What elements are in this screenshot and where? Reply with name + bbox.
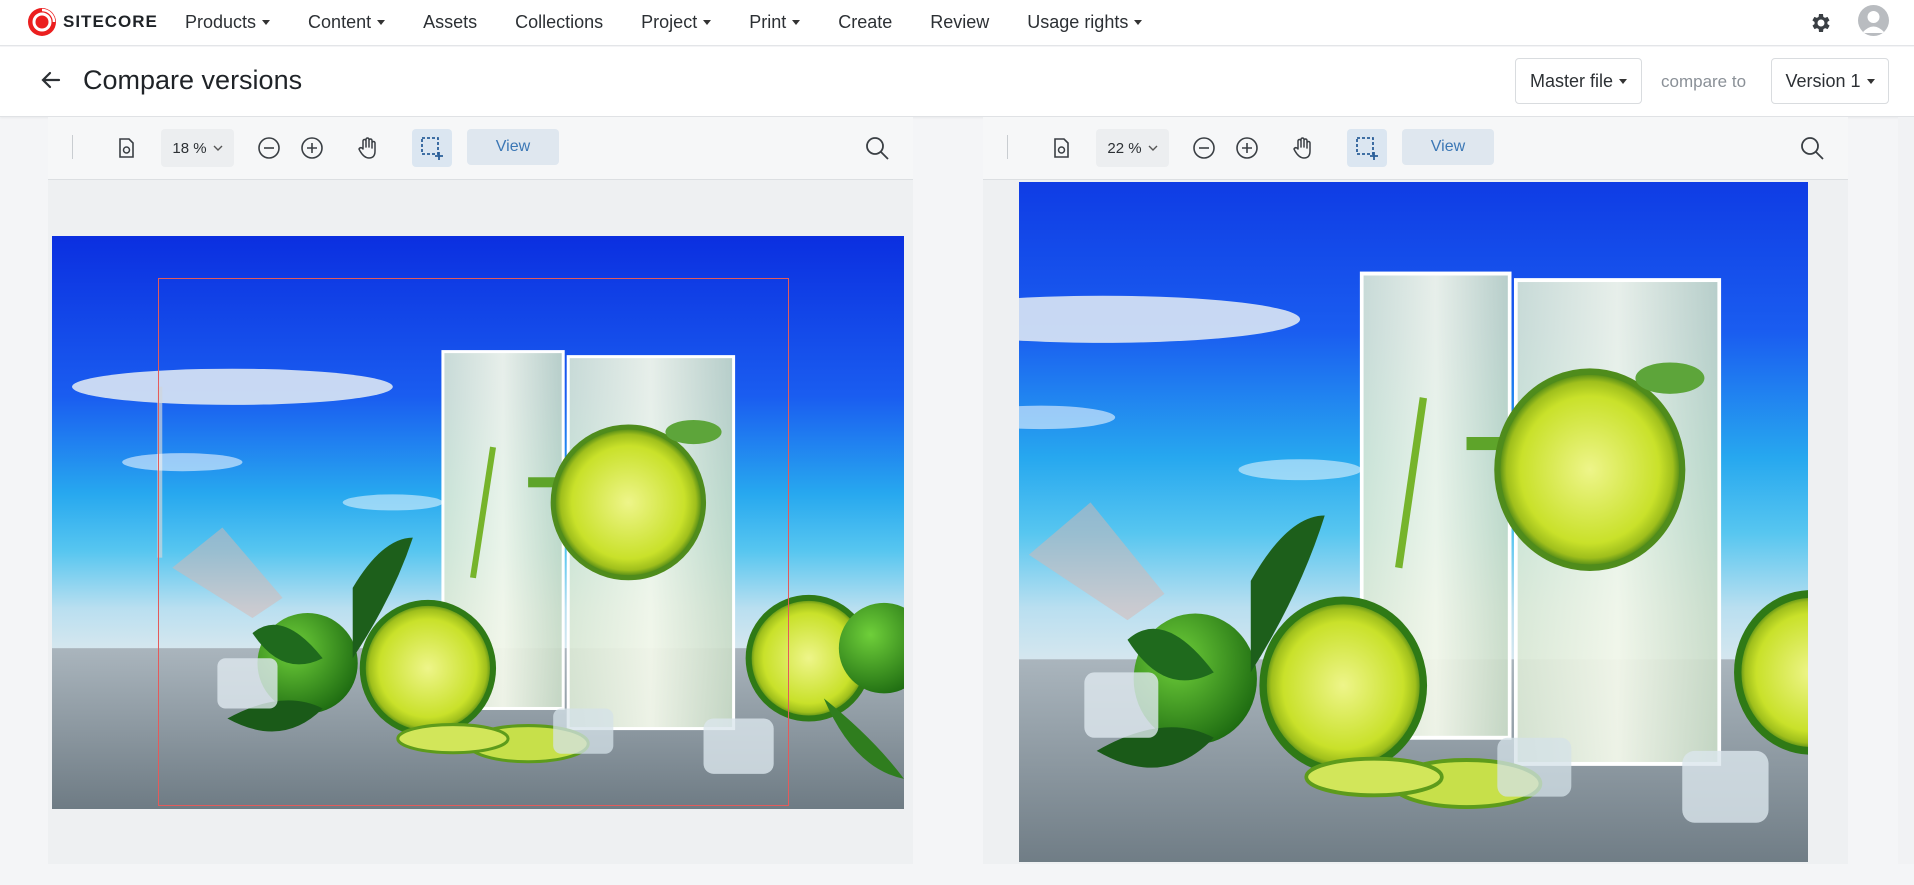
zoom-in-icon[interactable] xyxy=(299,135,325,161)
nav-item-assets[interactable]: Assets xyxy=(423,12,477,33)
compare-to-label: compare to xyxy=(1661,72,1747,91)
caret-down-icon xyxy=(377,19,386,25)
crop-selection-rectangle[interactable] xyxy=(158,278,789,806)
chevron-down-icon xyxy=(1148,145,1158,151)
nav-label: Review xyxy=(930,11,990,32)
zoom-value: 22 % xyxy=(1107,139,1142,157)
nav-item-print[interactable]: Print xyxy=(749,11,801,33)
select-area-icon xyxy=(421,137,443,160)
version-label: Version 1 xyxy=(1785,70,1861,91)
nav-item-collections[interactable]: Collections xyxy=(515,12,603,33)
hand-icon[interactable] xyxy=(355,135,381,161)
caret-down-icon xyxy=(792,19,801,25)
zoom-out-icon[interactable] xyxy=(1191,135,1217,161)
master-file-image[interactable] xyxy=(52,236,904,809)
user-silhouette-icon xyxy=(1862,11,1885,33)
nav-item-products[interactable]: Products xyxy=(185,11,271,33)
nav-label: Assets xyxy=(423,11,478,32)
chevron-down-icon xyxy=(213,145,223,151)
search-icon[interactable] xyxy=(1799,135,1825,161)
select-area-tool[interactable] xyxy=(412,129,452,167)
caret-down-icon xyxy=(703,19,712,25)
toolbar-divider xyxy=(1007,135,1008,159)
zoom-level-select[interactable]: 18 % xyxy=(161,129,234,167)
view-button[interactable]: View xyxy=(467,129,559,165)
zoom-out-icon[interactable] xyxy=(256,135,282,161)
page-scrollbar[interactable] xyxy=(1898,117,1914,864)
zoom-in-icon[interactable] xyxy=(1234,135,1260,161)
caret-down-icon xyxy=(262,19,271,25)
nav-item-create[interactable]: Create xyxy=(838,12,892,33)
nav-label: Collections xyxy=(515,11,604,32)
user-avatar-icon[interactable] xyxy=(1858,5,1889,36)
select-area-tool[interactable] xyxy=(1347,129,1387,167)
top-navigation: SITECORE Products Content Assets Collect… xyxy=(0,0,1914,46)
select-area-icon xyxy=(1356,137,1378,160)
fit-page-icon[interactable] xyxy=(1048,135,1074,161)
fit-page-icon[interactable] xyxy=(113,135,139,161)
toolbar-divider xyxy=(72,135,73,159)
nav-label: Content xyxy=(308,11,372,32)
brand-name: SITECORE xyxy=(63,12,158,31)
nav-item-content[interactable]: Content xyxy=(308,11,386,33)
caret-down-icon xyxy=(1866,78,1875,84)
version-image[interactable] xyxy=(1019,182,1808,862)
main-menu: Products Content Assets Collections Proj… xyxy=(185,0,1180,44)
sitecore-logo[interactable]: SITECORE xyxy=(27,7,158,37)
nav-item-project[interactable]: Project xyxy=(641,11,712,33)
zoom-value: 18 % xyxy=(172,139,207,157)
page-header: Compare versions Master file compare to … xyxy=(0,47,1914,117)
gear-icon[interactable] xyxy=(1808,11,1832,35)
nav-item-review[interactable]: Review xyxy=(930,12,989,33)
zoom-level-select[interactable]: 22 % xyxy=(1096,129,1169,167)
caret-down-icon xyxy=(1134,19,1143,25)
nav-label: Print xyxy=(749,11,787,32)
caret-down-icon xyxy=(1619,78,1628,84)
left-viewer: 18 % View xyxy=(48,117,913,864)
right-viewer: 22 % View xyxy=(983,117,1848,864)
search-icon[interactable] xyxy=(864,135,890,161)
master-file-label: Master file xyxy=(1529,70,1614,91)
version-select[interactable]: Version 1 xyxy=(1771,58,1889,104)
nav-item-usage-rights[interactable]: Usage rights xyxy=(1027,11,1143,33)
sitecore-logo-icon xyxy=(28,8,56,36)
nav-label: Project xyxy=(641,11,698,32)
page-title: Compare versions xyxy=(83,65,303,95)
arrow-left-icon[interactable] xyxy=(38,67,64,93)
lime-drinks-cropped-image xyxy=(1019,182,1808,862)
master-file-select[interactable]: Master file xyxy=(1515,58,1642,104)
viewer-toolbar: 18 % View xyxy=(48,117,913,180)
nav-label: Usage rights xyxy=(1027,11,1129,32)
hand-icon[interactable] xyxy=(1290,135,1316,161)
viewer-toolbar: 22 % View xyxy=(983,117,1848,180)
nav-label: Products xyxy=(185,11,257,32)
nav-label: Create xyxy=(838,11,893,32)
view-button[interactable]: View xyxy=(1402,129,1494,165)
